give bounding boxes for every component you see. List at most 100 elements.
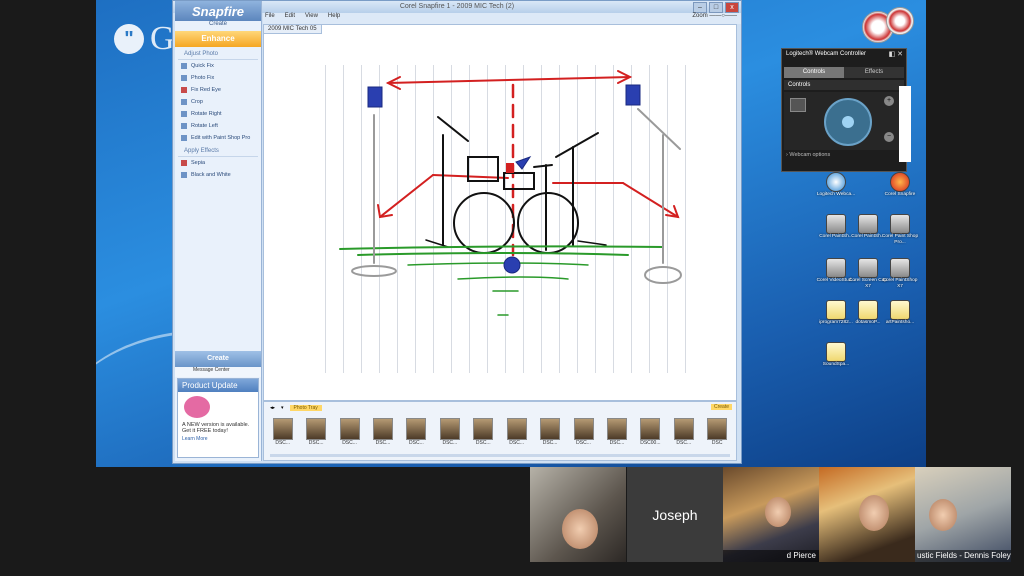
desktop-app-icon <box>826 342 846 362</box>
webcam-options-link[interactable]: › Webcam options <box>786 152 902 158</box>
zoom-out-icon[interactable]: − <box>884 132 894 142</box>
image-canvas: 2009 MIC Tech 05 <box>263 24 737 401</box>
participant-video-1[interactable] <box>530 467 626 562</box>
tray-header: ◂▸ ▾ Photo Tray <box>264 402 736 414</box>
panel-item-label: Photo Fix <box>191 75 215 81</box>
zoom-slider[interactable]: + − <box>882 94 896 144</box>
desktop-icon[interactable]: Corel PaintShop X7 <box>880 258 920 290</box>
tray-thumbnail[interactable]: DSC... <box>337 418 362 451</box>
tab-controls[interactable]: Controls <box>784 67 844 78</box>
desktop-icon[interactable]: Corel Paint Shop Pro... <box>880 214 920 246</box>
participant-video-2[interactable]: Joseph <box>627 467 723 562</box>
create-button[interactable]: Create <box>175 351 261 367</box>
panel-item-bw[interactable]: Black and White <box>175 169 261 181</box>
pan-tilt-dpad[interactable] <box>824 98 872 146</box>
desktop-app-icon <box>858 258 878 278</box>
menu-bar: File Edit View Help Zoom ——○—— <box>263 13 741 24</box>
panel-item-crop[interactable]: Crop <box>175 96 261 108</box>
desktop-icon-label: Logitech Webca... <box>816 192 856 197</box>
webcam-title-text: Logitech® Webcam Controller <box>786 51 867 57</box>
photo-tray-tab[interactable]: Photo Tray <box>289 405 322 411</box>
tray-thumbnail[interactable]: DSC... <box>471 418 496 451</box>
panel-item-label: Quick Fix <box>191 63 214 69</box>
desktop-icon[interactable]: artPaintsho... <box>880 300 920 326</box>
dpad-center-icon[interactable] <box>842 116 854 128</box>
minimize-button[interactable]: – <box>693 2 707 13</box>
tray-thumbnail[interactable]: DSC... <box>437 418 462 451</box>
tray-thumbnail[interactable]: DSC... <box>671 418 696 451</box>
menu-view[interactable]: View <box>305 13 318 24</box>
webcam-controller-window: Logitech® Webcam Controller ◧ ✕ Controls… <box>781 48 907 172</box>
menu-help[interactable]: Help <box>328 13 340 24</box>
tray-thumbnail[interactable]: DSC... <box>537 418 562 451</box>
webcam-close-icon[interactable]: ◧ ✕ <box>889 50 903 58</box>
thumbnail-label: DSC... <box>375 440 391 446</box>
desktop-icon[interactable]: Corel Snapfire <box>880 172 920 198</box>
panel-item-photo-fix[interactable]: Photo Fix <box>175 72 261 84</box>
tray-thumbnail[interactable]: DSC <box>704 418 729 451</box>
desktop-app-icon <box>890 300 910 320</box>
photo-tray: ◂▸ ▾ Photo Tray Create DSC... DSC... DSC..… <box>263 401 737 461</box>
participant-face <box>765 497 791 527</box>
tray-thumbnail[interactable]: DSC... <box>270 418 295 451</box>
tray-create-flag[interactable]: Create <box>710 404 732 410</box>
quick-fix-icon <box>181 63 187 69</box>
thumbnail-label: DSC00... <box>640 440 661 446</box>
tray-menu-icon[interactable]: ▾ <box>281 405 284 411</box>
tray-thumbnail[interactable]: DSC... <box>571 418 596 451</box>
create-tab-top[interactable]: Create <box>175 21 261 31</box>
zoom-control[interactable]: Zoom ——○—— <box>692 13 737 19</box>
sketch-drawing <box>339 70 682 316</box>
participant-video-3[interactable]: d Pierce <box>723 467 819 562</box>
thumbnail-image <box>339 418 360 440</box>
product-update-image <box>184 396 210 418</box>
desktop-icon-label: SoundSpa... <box>822 362 850 367</box>
learn-more-link[interactable]: Learn More <box>178 434 258 444</box>
panel-item-red-eye[interactable]: Fix Red Eye <box>175 84 261 96</box>
tray-thumbnail[interactable]: DSC... <box>370 418 395 451</box>
desktop-icon[interactable]: Logitech Webca... <box>816 172 856 198</box>
participant-face <box>859 495 889 531</box>
participant-video-5[interactable]: ustic Fields - Dennis Foley <box>915 467 1011 562</box>
desktop-icon[interactable]: SoundSpa... <box>816 342 856 368</box>
rotate-left-icon <box>181 123 187 129</box>
message-center-link[interactable]: Message Center <box>175 367 261 377</box>
panel-item-quick-fix[interactable]: Quick Fix <box>175 60 261 72</box>
tab-effects[interactable]: Effects <box>844 67 904 78</box>
snapfire-window: Corel Snapfire 1 - 2009 MIC Tech (2) – □… <box>172 0 742 464</box>
participant-video-4[interactable] <box>819 467 915 562</box>
webcam-view-button[interactable] <box>790 98 806 112</box>
tray-scrollbar[interactable] <box>270 454 730 457</box>
thumbnail-image <box>439 418 460 440</box>
paint-shop-icon <box>181 135 187 141</box>
document-tab[interactable]: 2009 MIC Tech 05 <box>264 25 322 34</box>
webcam-controls-body: + − <box>784 92 904 150</box>
zoom-in-icon[interactable]: + <box>884 96 894 106</box>
panel-item-paint-shop[interactable]: Edit with Paint Shop Pro <box>175 132 261 144</box>
thumbnail-label: DSC... <box>308 440 324 446</box>
window-controls: – □ x <box>693 2 739 13</box>
tray-arrow-icon[interactable]: ◂▸ <box>270 405 275 411</box>
close-button[interactable]: x <box>725 2 739 13</box>
thumbnail-label: DSC... <box>576 440 591 446</box>
panel-item-rotate-right[interactable]: Rotate Right <box>175 108 261 120</box>
thumbnail-label: DSC... <box>609 440 625 446</box>
panel-item-sepia[interactable]: Sepia <box>175 157 261 169</box>
thumbnail-label: DSC... <box>442 440 458 446</box>
desktop-icon-label: Corel Snapfire <box>884 192 916 197</box>
product-update-text: A NEW version is available. Get it FREE … <box>182 422 250 434</box>
cd-burn-icon[interactable] <box>886 7 914 35</box>
panel-item-label: Rotate Right <box>191 111 222 117</box>
participant-label: ustic Fields - Dennis Foley <box>915 550 1011 562</box>
tray-thumbnail[interactable]: DSC... <box>404 418 429 451</box>
maximize-button[interactable]: □ <box>709 2 723 13</box>
tray-thumbnail[interactable]: DSC... <box>303 418 328 451</box>
enhance-tab[interactable]: Enhance <box>175 31 261 47</box>
menu-file[interactable]: File <box>265 13 275 24</box>
rotate-right-icon <box>181 111 187 117</box>
tray-thumbnail[interactable]: DSC... <box>504 418 529 451</box>
menu-edit[interactable]: Edit <box>285 13 295 24</box>
panel-item-rotate-left[interactable]: Rotate Left <box>175 120 261 132</box>
tray-thumbnail[interactable]: DSC00... <box>638 418 663 451</box>
tray-thumbnail[interactable]: DSC... <box>604 418 629 451</box>
